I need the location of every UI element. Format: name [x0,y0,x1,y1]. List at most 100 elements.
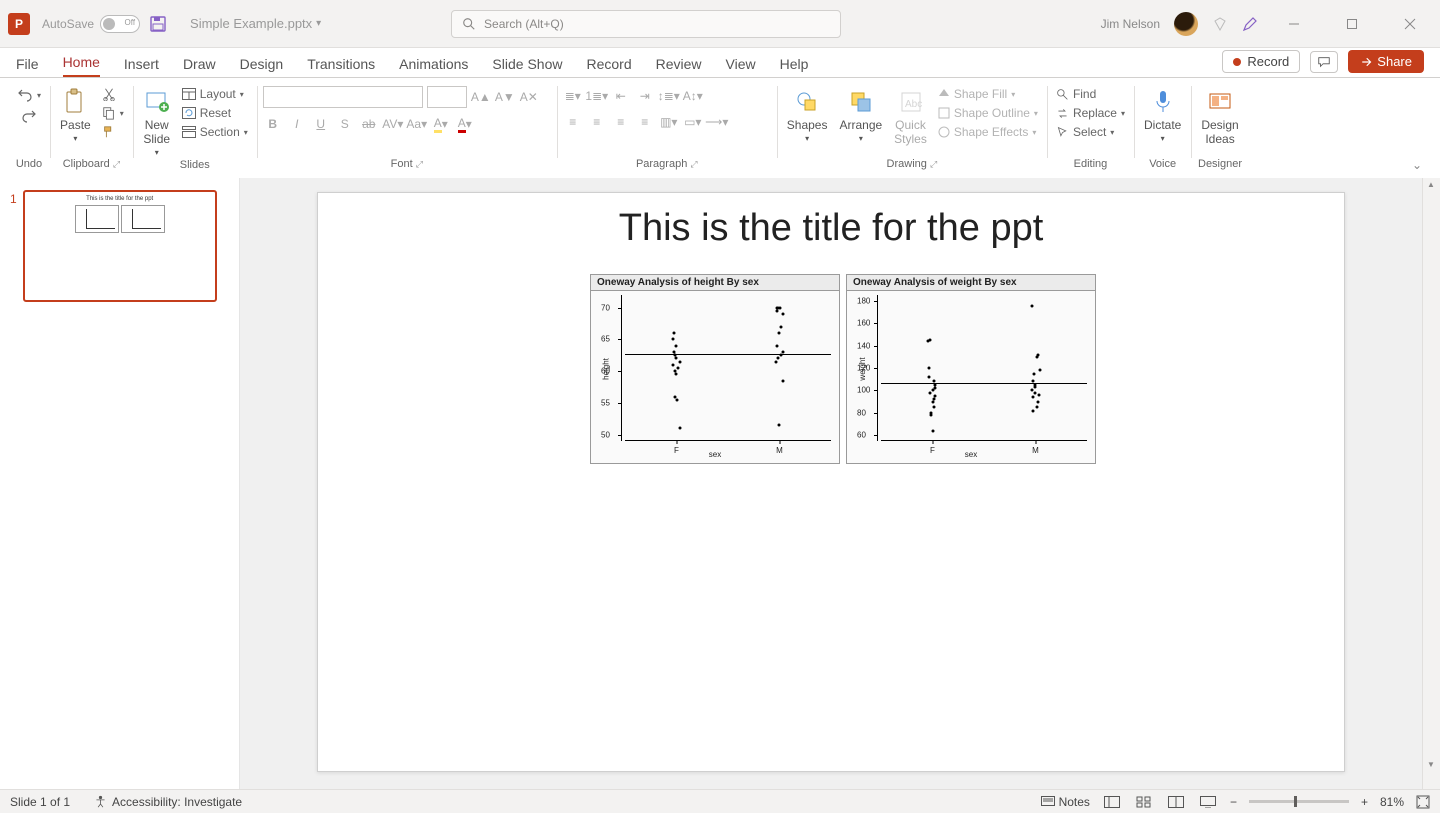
window-minimize[interactable] [1272,9,1316,39]
slide-counter[interactable]: Slide 1 of 1 [10,795,70,809]
comments-button[interactable] [1310,51,1338,73]
tab-help[interactable]: Help [780,56,809,77]
char-spacing-button[interactable]: AV▾ [383,114,403,134]
select-button[interactable]: Select▾ [1053,124,1117,140]
replace-button[interactable]: Replace ▾ [1053,105,1128,121]
zoom-out-icon[interactable]: − [1230,795,1237,809]
undo-button[interactable]: ▾ [14,86,44,104]
record-button[interactable]: Record [1222,50,1300,73]
zoom-slider[interactable] [1249,800,1349,803]
font-size-input[interactable] [427,86,467,108]
bullets-button[interactable]: ≣▾ [563,86,583,106]
bold-button[interactable]: B [263,114,283,134]
quick-styles-button[interactable]: AbcQuick Styles [890,86,931,148]
shape-fill-button[interactable]: Shape Fill▾ [935,86,1041,102]
tab-design[interactable]: Design [240,56,284,77]
smartart-button[interactable]: ⟶▾ [707,112,727,132]
compose-icon[interactable] [1242,16,1258,32]
font-family-input[interactable] [263,86,423,108]
find-button[interactable]: Find [1053,86,1099,102]
fit-to-window-icon[interactable] [1416,795,1430,809]
title-bar: P AutoSave Off Simple Example.pptx ▾ Sea… [0,0,1440,48]
numbering-button[interactable]: 1≣▾ [587,86,607,106]
diamond-icon[interactable] [1212,16,1228,32]
window-close[interactable] [1388,9,1432,39]
group-paragraph: ≣▾ 1≣▾ ⇤ ⇥ ↕≣▾ A↕▾ ≡ ≡ ≡ ≡ ▥▾ ▭▾ ⟶▾ Para… [557,82,777,176]
vertical-scrollbar[interactable] [1422,178,1440,789]
underline-button[interactable]: U [311,114,331,134]
shadow-button[interactable]: S [335,114,355,134]
window-maximize[interactable] [1330,9,1374,39]
user-name[interactable]: Jim Nelson [1101,17,1160,31]
increase-font-icon[interactable]: A▲ [471,87,491,107]
change-case-button[interactable]: Aa▾ [407,114,427,134]
section-button[interactable]: Section▾ [179,124,251,140]
design-ideas-button[interactable]: Design Ideas [1197,86,1242,148]
slide-thumbnail-1[interactable]: This is the title for the ppt [23,190,217,302]
tab-home[interactable]: Home [63,54,100,77]
share-button[interactable]: Share [1348,50,1424,73]
font-color-button[interactable]: A▾ [455,114,475,134]
tab-file[interactable]: File [16,56,39,77]
slideshow-view-icon[interactable] [1198,794,1218,810]
reset-button[interactable]: Reset [179,105,251,121]
zoom-value[interactable]: 81% [1380,795,1404,809]
slide-title[interactable]: This is the title for the ppt [318,193,1344,250]
zoom-in-icon[interactable]: + [1361,795,1368,809]
strike-button[interactable]: ab [359,114,379,134]
tab-draw[interactable]: Draw [183,56,216,77]
line-spacing-button[interactable]: ↕≣▾ [659,86,679,106]
shape-outline-button[interactable]: Shape Outline▾ [935,105,1041,121]
save-icon[interactable] [150,16,166,32]
inc-indent-button[interactable]: ⇥ [635,86,655,106]
align-center-button[interactable]: ≡ [587,112,607,132]
copy-button[interactable]: ▾ [99,105,127,121]
search-input[interactable]: Search (Alt+Q) [451,10,841,38]
redo-button[interactable] [18,107,40,125]
arrange-button[interactable]: Arrange▾ [835,86,886,145]
ribbon-collapse-icon[interactable]: ⌄ [1402,154,1432,176]
slide-thumbnails: 1 This is the title for the ppt [0,178,240,789]
decrease-font-icon[interactable]: A▼ [495,87,515,107]
format-painter-button[interactable] [99,124,127,140]
highlight-button[interactable]: A▾ [431,114,451,134]
tab-review[interactable]: Review [656,56,702,77]
autosave-toggle[interactable]: Off [100,15,140,33]
tab-record[interactable]: Record [586,56,631,77]
tab-insert[interactable]: Insert [124,56,159,77]
accessibility-status[interactable]: Accessibility: Investigate [94,795,242,809]
sorter-view-icon[interactable] [1134,794,1154,810]
italic-button[interactable]: I [287,114,307,134]
chart-1[interactable]: Oneway Analysis of weight By sexweightse… [846,274,1096,464]
avatar[interactable] [1174,12,1198,36]
canvas-area[interactable]: This is the title for the ppt Oneway Ana… [240,178,1422,789]
paste-button[interactable]: Paste▾ [56,86,95,145]
justify-button[interactable]: ≡ [635,112,655,132]
shapes-button[interactable]: Shapes▾ [783,86,832,145]
cut-button[interactable] [99,86,127,102]
clear-formatting-icon[interactable]: A✕ [519,87,539,107]
reading-view-icon[interactable] [1166,794,1186,810]
group-font: A▲ A▼ A✕ B I U S ab AV▾ Aa▾ A▾ A▾ Font ⤢ [257,82,557,176]
align-text-button[interactable]: ▭▾ [683,112,703,132]
layout-button[interactable]: Layout▾ [179,86,251,102]
filename[interactable]: Simple Example.pptx [190,16,312,31]
tab-animations[interactable]: Animations [399,56,468,77]
tab-view[interactable]: View [726,56,756,77]
tab-slide-show[interactable]: Slide Show [492,56,562,77]
new-slide-button[interactable]: New Slide▾ [139,86,175,159]
align-right-button[interactable]: ≡ [611,112,631,132]
dec-indent-button[interactable]: ⇤ [611,86,631,106]
filename-dropdown-icon[interactable]: ▾ [316,18,321,29]
chart-0[interactable]: Oneway Analysis of height By sexheightse… [590,274,840,464]
text-direction-button[interactable]: A↕▾ [683,86,703,106]
shape-effects-button[interactable]: Shape Effects▾ [935,124,1041,140]
tab-transitions[interactable]: Transitions [307,56,375,77]
notes-button[interactable]: Notes [1041,795,1090,809]
align-left-button[interactable]: ≡ [563,112,583,132]
charts-row: Oneway Analysis of height By sexheightse… [590,274,1344,464]
columns-button[interactable]: ▥▾ [659,112,679,132]
dictate-button[interactable]: Dictate▾ [1140,86,1185,145]
normal-view-icon[interactable] [1102,794,1122,810]
slide-1[interactable]: This is the title for the ppt Oneway Ana… [317,192,1345,772]
